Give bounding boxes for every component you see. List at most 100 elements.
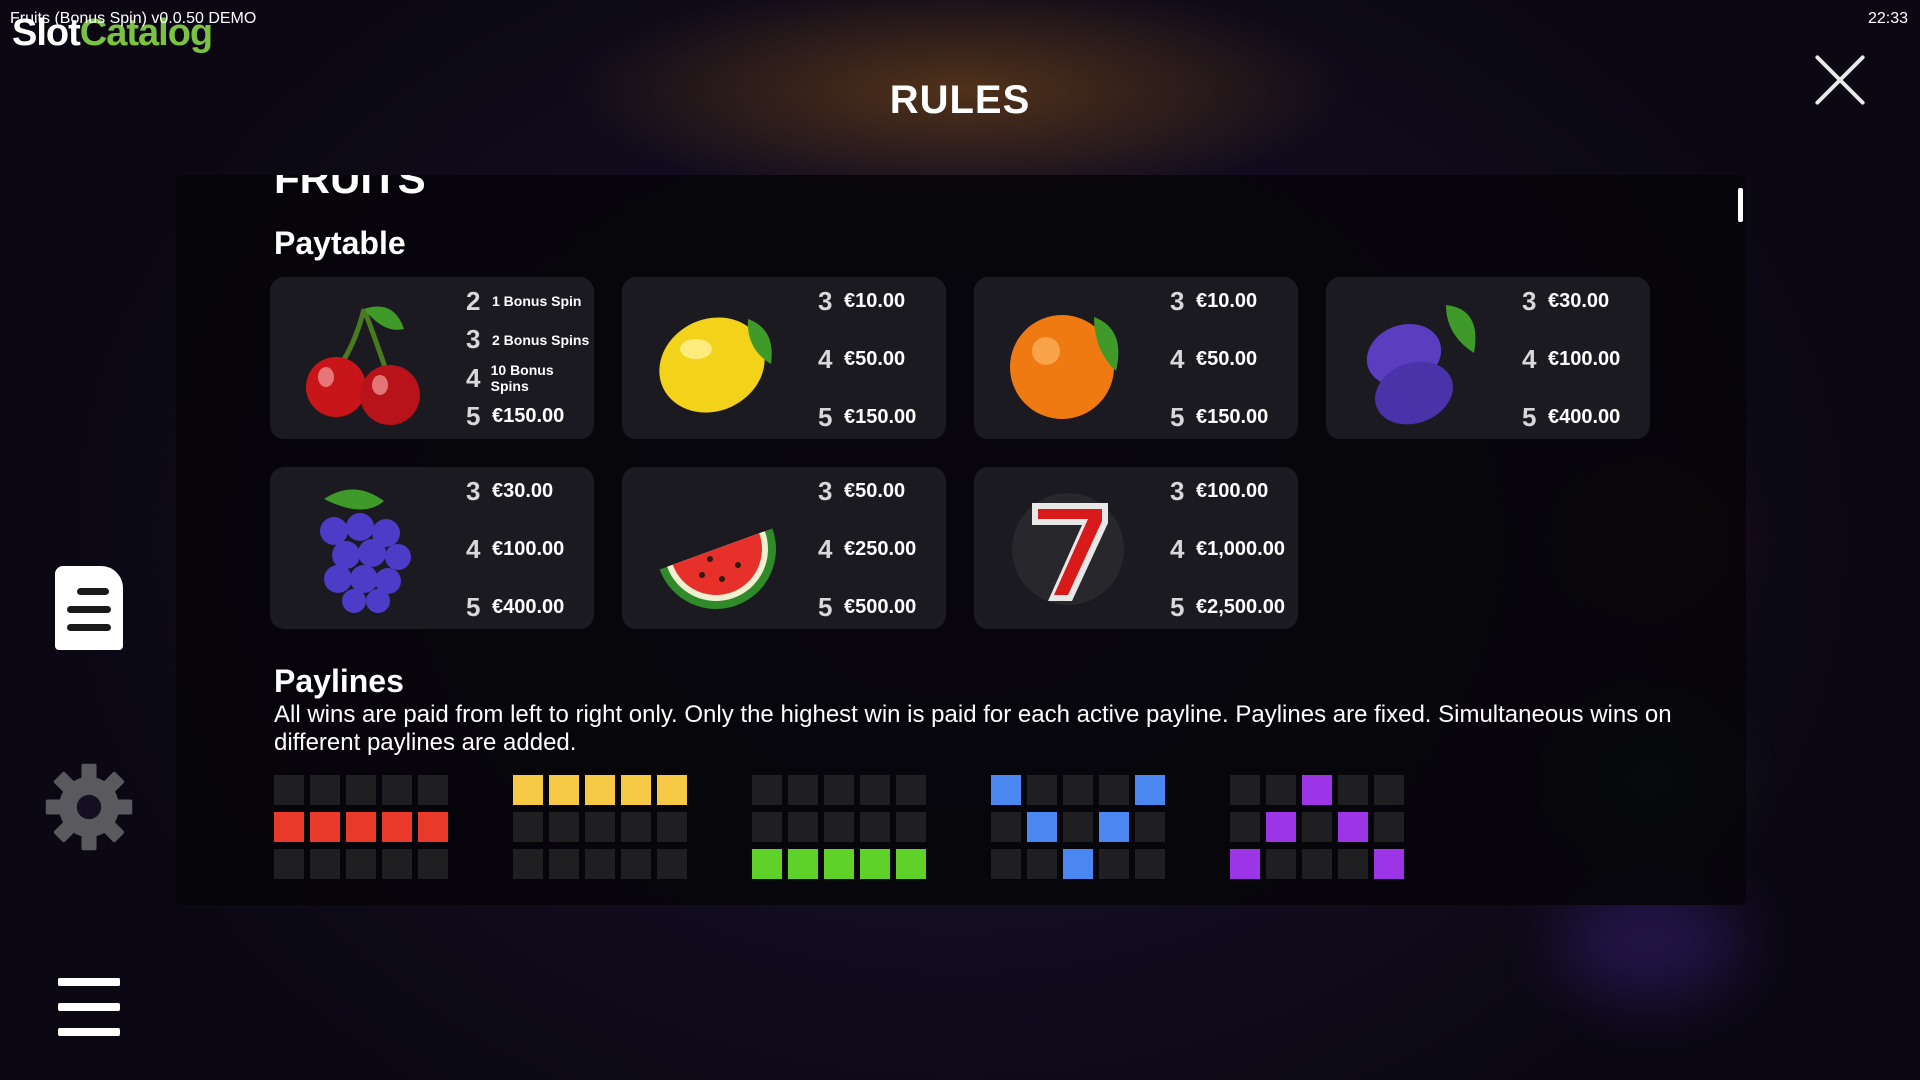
payline-cell: [549, 849, 579, 879]
rules-button[interactable]: [55, 566, 123, 650]
payline-cell: [860, 849, 890, 879]
payline-cell: [1027, 775, 1057, 805]
payline-cell: [1099, 812, 1129, 842]
payline-cell: [513, 775, 543, 805]
payout-row: 5 €150.00: [1170, 401, 1269, 432]
payline-cell: [585, 849, 615, 879]
payline-cell: [896, 849, 926, 879]
payout-row: 3 €10.00: [1170, 285, 1258, 316]
close-button[interactable]: [1812, 52, 1868, 108]
payline-cell: [1230, 775, 1260, 805]
payline-cell: [1135, 812, 1165, 842]
settings-button[interactable]: [42, 760, 136, 854]
payout-list: 3 €50.00 4 €250.00 5 €500.00: [818, 475, 942, 622]
payline-cell: [1027, 812, 1057, 842]
payline-cell: [1230, 812, 1260, 842]
scrollbar[interactable]: [1738, 188, 1743, 222]
payline-diagram: [1230, 775, 1406, 885]
payout-row: 3 €50.00: [818, 475, 906, 506]
paylines-title: Paylines: [274, 663, 404, 699]
payline-cell: [346, 775, 376, 805]
payline-cell: [274, 775, 304, 805]
payout-row: 4 10 Bonus Spins: [466, 362, 554, 395]
payout-row: 3 €30.00: [466, 475, 554, 506]
payline-cell: [1302, 849, 1332, 879]
payline-cell: [1338, 812, 1368, 842]
payout-row: 5 €150.00: [466, 401, 565, 432]
payout-row: 5 €400.00: [466, 591, 565, 622]
payout-list: 3 €10.00 4 €50.00 5 €150.00: [818, 285, 942, 432]
paytable-card-cherry: 21 Bonus Spin 32 Bonus Spins 4 10 Bonus S…: [270, 277, 594, 439]
payline-cell: [657, 812, 687, 842]
payline-cell: [896, 775, 926, 805]
seven-icon: [1012, 493, 1124, 605]
payline-cell: [418, 849, 448, 879]
payline-diagram: [513, 775, 689, 885]
payout-list: 3 €100.00 4 €1,000.00 5 €2,500.00: [1170, 475, 1294, 622]
payline-cell: [991, 775, 1021, 805]
payline-cell: [1099, 775, 1129, 805]
paytable-card-orange: 3 €10.00 4 €50.00 5 €150.00: [974, 277, 1298, 439]
payout-row: 4 €100.00: [1522, 343, 1621, 374]
payline-cell: [382, 775, 412, 805]
payline-cell: [1338, 775, 1368, 805]
payline-cell: [549, 775, 579, 805]
payline-cell: [418, 812, 448, 842]
payout-list: 3 €30.00 4 €100.00 5 €400.00: [466, 475, 590, 622]
payout-row: 4 €100.00: [466, 533, 565, 564]
payline-cell: [310, 849, 340, 879]
grapes-icon: [320, 489, 411, 613]
payline-cell: [1063, 775, 1093, 805]
menu-button[interactable]: [58, 978, 120, 1036]
payline-cell: [991, 812, 1021, 842]
orange-icon: [1010, 315, 1119, 419]
paytable-card-watermelon: 3 €50.00 4 €250.00 5 €500.00: [622, 467, 946, 629]
payline-cell: [346, 849, 376, 879]
payline-cell: [382, 849, 412, 879]
menu-icon: [58, 978, 120, 1036]
build-info: Fruits (Bonus Spin) v0.0.50 DEMO: [10, 10, 257, 27]
payline-cell: [513, 812, 543, 842]
payline-diagram: [752, 775, 928, 885]
payline-cell: [788, 849, 818, 879]
paytable-title: Paytable: [274, 225, 406, 261]
payout-row: 32 Bonus Spins: [466, 324, 590, 355]
payout-row: 3 €100.00: [1170, 475, 1269, 506]
rules-panel[interactable]: FRUITS Paytable 21 Bonus Spin 32 Bonus S…: [176, 175, 1746, 905]
payline-cell: [418, 775, 448, 805]
payline-cell: [1099, 849, 1129, 879]
status-bar: SlotCatalog Fruits (Bonus Spin) v0.0.50 …: [0, 0, 1920, 54]
payline-cell: [752, 812, 782, 842]
payline-cell: [1338, 849, 1368, 879]
payline-cell: [1135, 849, 1165, 879]
game-title-heading: FRUITS: [274, 175, 426, 202]
payline-cell: [1266, 849, 1296, 879]
payline-cell: [896, 812, 926, 842]
payout-row: 3 €30.00: [1522, 285, 1610, 316]
payline-cell: [860, 775, 890, 805]
payline-cell: [310, 812, 340, 842]
payline-cell: [788, 812, 818, 842]
paylines-description: All wins are paid from left to right onl…: [274, 701, 1672, 756]
payline-diagram: [274, 775, 450, 885]
payline-cell: [585, 812, 615, 842]
clock: 22:33: [1867, 10, 1908, 27]
payout-row: 4 €1,000.00: [1170, 533, 1285, 564]
payline-cell: [1266, 775, 1296, 805]
payline-cell: [585, 775, 615, 805]
payline-cell: [382, 812, 412, 842]
payline-cell: [549, 812, 579, 842]
payout-list: 3 €10.00 4 €50.00 5 €150.00: [1170, 285, 1294, 432]
payline-cell: [824, 812, 854, 842]
payline-cell: [860, 812, 890, 842]
payline-cell: [274, 812, 304, 842]
payline-cell: [991, 849, 1021, 879]
payline-cell: [752, 849, 782, 879]
paytable-card-seven: 3 €100.00 4 €1,000.00 5 €2,500.00: [974, 467, 1298, 629]
paytable-card-lemon: 3 €10.00 4 €50.00 5 €150.00: [622, 277, 946, 439]
payout-row: 3 €10.00: [818, 285, 906, 316]
payline-cell: [1063, 812, 1093, 842]
payline-diagram: [991, 775, 1167, 885]
payout-row: 4 €50.00: [1170, 343, 1258, 374]
payout-row: 5 €500.00: [818, 591, 917, 622]
